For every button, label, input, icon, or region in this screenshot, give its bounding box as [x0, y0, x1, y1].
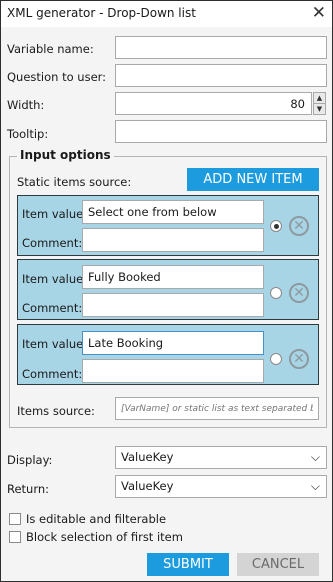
items-source-label: Items source:: [17, 404, 95, 418]
block-first-checkbox[interactable]: [9, 531, 21, 543]
add-new-item-button[interactable]: ADD NEW ITEM: [187, 168, 319, 191]
variable-name-label: Variable name:: [7, 42, 94, 56]
item-value-label: Item value:: [22, 337, 88, 351]
comment-input[interactable]: [82, 359, 264, 383]
close-icon[interactable]: ✕: [312, 3, 326, 23]
window-title: XML generator - Drop-Down list: [7, 6, 196, 20]
display-label: Display:: [7, 453, 53, 467]
block-first-checkbox-label: Block selection of first item: [26, 530, 183, 544]
remove-item-icon[interactable]: ✕: [289, 216, 309, 236]
display-value: ValueKey: [121, 450, 174, 464]
comment-label: Comment:: [22, 367, 83, 381]
return-label: Return:: [7, 482, 50, 496]
default-item-radio[interactable]: [270, 353, 282, 365]
width-input[interactable]: [115, 92, 312, 115]
display-select[interactable]: ValueKey ⌵: [115, 446, 327, 469]
remove-item-icon[interactable]: ✕: [289, 349, 309, 369]
cancel-button[interactable]: CANCEL: [237, 553, 319, 576]
tooltip-label: Tooltip:: [7, 127, 49, 141]
chevron-down-icon: ⌵: [310, 479, 320, 493]
submit-button[interactable]: SUBMIT: [147, 553, 229, 576]
item-panel: Item value: Comment: ✕: [17, 324, 319, 385]
stepper-up-icon[interactable]: ▲: [314, 93, 325, 103]
title-bar: XML generator - Drop-Down list ✕: [1, 1, 332, 27]
static-source-label: Static items source:: [17, 175, 132, 189]
return-value: ValueKey: [121, 479, 174, 493]
comment-input[interactable]: [82, 293, 264, 317]
default-item-radio[interactable]: [270, 220, 282, 232]
editable-checkbox-label: Is editable and filterable: [26, 512, 167, 526]
comment-label: Comment:: [22, 301, 83, 315]
comment-label: Comment:: [22, 236, 83, 250]
item-panel: Item value: Comment: ✕: [17, 259, 319, 320]
width-label: Width:: [7, 98, 45, 112]
dialog-window: XML generator - Drop-Down list ✕ Variabl…: [0, 0, 333, 582]
remove-item-icon[interactable]: ✕: [289, 283, 309, 303]
return-select[interactable]: ValueKey ⌵: [115, 475, 327, 498]
chevron-down-icon: ⌵: [310, 450, 320, 464]
item-value-label: Item value:: [22, 207, 88, 221]
variable-name-input[interactable]: [115, 36, 327, 59]
item-value-input[interactable]: [82, 265, 264, 289]
stepper-down-icon[interactable]: ▼: [314, 103, 325, 113]
question-label: Question to user:: [7, 70, 107, 84]
item-value-input[interactable]: [82, 200, 264, 224]
comment-input[interactable]: [82, 228, 264, 252]
input-options-legend: Input options: [17, 148, 114, 162]
item-value-input[interactable]: [82, 331, 264, 355]
editable-checkbox[interactable]: [9, 513, 21, 525]
items-source-input[interactable]: [115, 397, 319, 420]
tooltip-input[interactable]: [115, 120, 327, 143]
item-value-label: Item value:: [22, 272, 88, 286]
question-input[interactable]: [115, 64, 327, 87]
width-stepper: ▲ ▼: [313, 92, 326, 115]
item-panel: Item value: Comment: ✕: [17, 195, 319, 256]
default-item-radio[interactable]: [270, 287, 282, 299]
